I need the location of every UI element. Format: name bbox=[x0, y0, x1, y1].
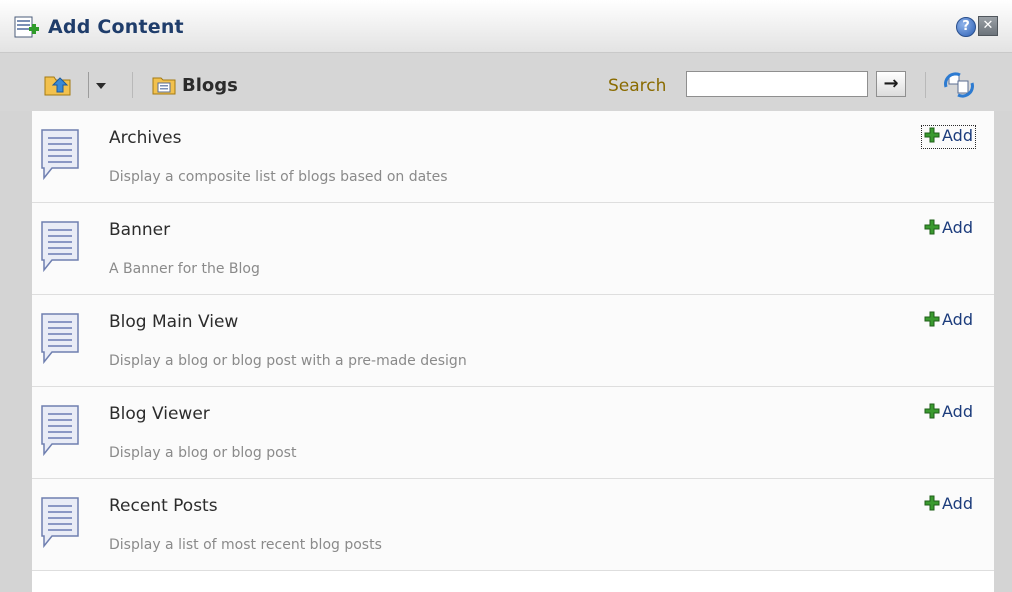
document-icon bbox=[41, 405, 79, 457]
plus-icon bbox=[924, 311, 940, 327]
close-icon[interactable]: ✕ bbox=[978, 16, 998, 36]
list-item: Blog Main View Display a blog or blog po… bbox=[32, 295, 994, 387]
document-icon bbox=[41, 313, 79, 365]
add-button[interactable]: Add bbox=[922, 402, 975, 424]
item-description: A Banner for the Blog bbox=[109, 261, 260, 277]
chevron-down-icon[interactable] bbox=[96, 83, 106, 89]
add-button-label: Add bbox=[942, 310, 973, 329]
search-go-button[interactable]: → bbox=[876, 71, 906, 97]
toolbar-separator bbox=[132, 72, 133, 98]
item-name: Blog Main View bbox=[109, 312, 239, 332]
plus-icon bbox=[924, 403, 940, 419]
content-list: Archives Display a composite list of blo… bbox=[32, 111, 994, 592]
toolbar-separator bbox=[925, 72, 926, 98]
list-item: Blog Viewer Display a blog or blog post … bbox=[32, 387, 994, 479]
item-name: Banner bbox=[109, 220, 171, 240]
document-icon bbox=[41, 129, 79, 181]
add-button-label: Add bbox=[942, 402, 973, 421]
add-content-dialog: Add Content ? ✕ Blogs Search → Archives … bbox=[0, 0, 1012, 592]
list-item: Banner A Banner for the Blog Add bbox=[32, 203, 994, 295]
add-content-icon bbox=[14, 16, 39, 38]
add-button-label: Add bbox=[942, 126, 973, 145]
toolbar: Blogs Search → bbox=[0, 53, 1012, 111]
refresh-icon[interactable] bbox=[942, 71, 976, 99]
help-icon[interactable]: ? bbox=[956, 17, 976, 37]
item-name: Blog Viewer bbox=[109, 404, 210, 424]
document-icon bbox=[41, 497, 79, 549]
search-label: Search bbox=[608, 76, 667, 96]
toolbar-separator bbox=[88, 72, 89, 98]
list-item: Recent Posts Display a list of most rece… bbox=[32, 479, 994, 571]
search-input[interactable] bbox=[686, 71, 868, 97]
item-description: Display a blog or blog post bbox=[109, 445, 297, 461]
item-description: Display a composite list of blogs based … bbox=[109, 169, 448, 185]
list-item: Archives Display a composite list of blo… bbox=[32, 111, 994, 203]
dialog-header: Add Content ? ✕ bbox=[0, 0, 1012, 53]
folder-up-icon[interactable] bbox=[44, 72, 74, 96]
document-icon bbox=[41, 221, 79, 273]
plus-icon bbox=[924, 219, 940, 235]
add-button[interactable]: Add bbox=[922, 218, 975, 240]
add-button[interactable]: Add bbox=[922, 494, 975, 516]
current-folder-name[interactable]: Blogs bbox=[182, 75, 238, 96]
item-description: Display a list of most recent blog posts bbox=[109, 537, 382, 553]
plus-icon bbox=[924, 495, 940, 511]
add-button-label: Add bbox=[942, 218, 973, 237]
item-name: Recent Posts bbox=[109, 496, 218, 516]
folder-icon bbox=[152, 77, 176, 95]
plus-icon bbox=[924, 127, 940, 143]
add-button[interactable]: Add bbox=[921, 125, 976, 149]
item-description: Display a blog or blog post with a pre-m… bbox=[109, 353, 467, 369]
dialog-title: Add Content bbox=[48, 16, 184, 38]
add-button-label: Add bbox=[942, 494, 973, 513]
item-name: Archives bbox=[109, 128, 182, 148]
add-button[interactable]: Add bbox=[922, 310, 975, 332]
